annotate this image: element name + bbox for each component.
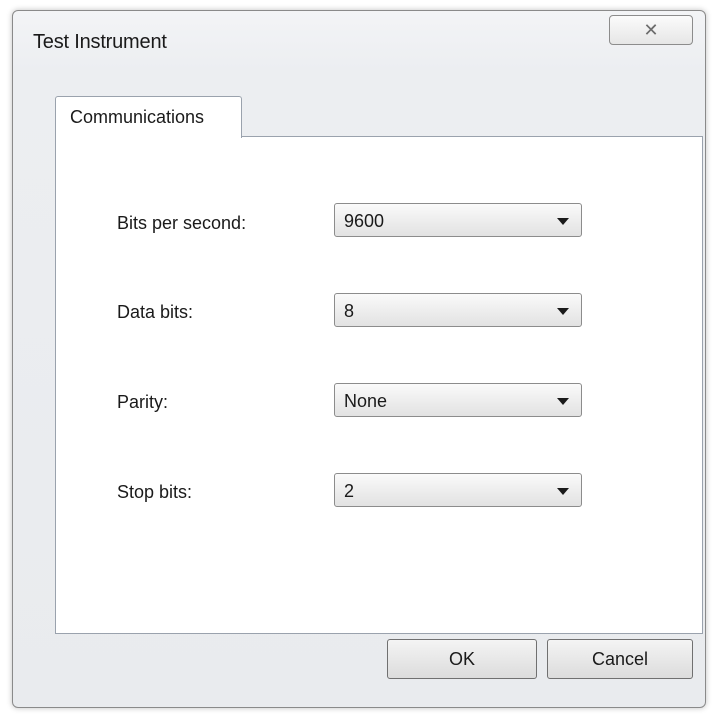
close-icon: ✕ (643, 20, 659, 40)
stop-bits-select[interactable]: 2 (334, 473, 582, 507)
data-bits-select[interactable]: 8 (334, 293, 582, 327)
bits-per-second-value: 9600 (344, 211, 385, 231)
chevron-down-icon (557, 218, 569, 225)
chevron-down-icon (557, 488, 569, 495)
tab-panel-communications: Bits per second: 9600 Data bits: 8 Parit… (55, 136, 703, 634)
cancel-button[interactable]: Cancel (547, 639, 693, 679)
dialog-window: Test Instrument ✕ Communications Bits pe… (12, 10, 706, 708)
ok-button[interactable]: OK (387, 639, 537, 679)
tab-communications[interactable]: Communications (55, 96, 242, 138)
stop-bits-label: Stop bits: (117, 482, 193, 502)
bits-per-second-label: Bits per second: (117, 213, 247, 233)
stop-bits-value: 2 (344, 481, 355, 501)
parity-select[interactable]: None (334, 383, 582, 417)
window-title: Test Instrument (33, 31, 167, 53)
bits-per-second-select[interactable]: 9600 (334, 203, 582, 237)
parity-value: None (344, 391, 388, 411)
close-button[interactable]: ✕ (609, 15, 693, 45)
data-bits-value: 8 (344, 301, 355, 321)
parity-label: Parity: (117, 392, 169, 412)
chevron-down-icon (557, 398, 569, 405)
chevron-down-icon (557, 308, 569, 315)
data-bits-label: Data bits: (117, 302, 194, 322)
